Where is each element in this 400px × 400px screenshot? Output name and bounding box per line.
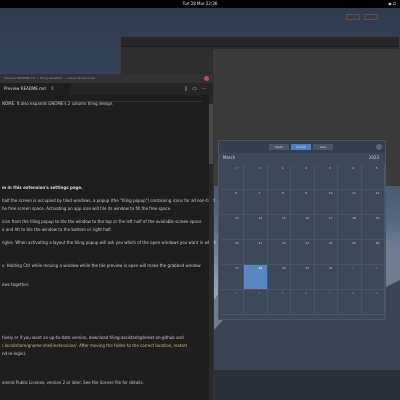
close-window-icon[interactable] [376, 144, 382, 150]
top-bar: Tue 28 Mar 22:36 ◉ ⏻ [0, 0, 400, 8]
vscode-title: Preview README.md — tiling-assistant — V… [4, 76, 96, 80]
calendar-day-cell[interactable]: 27 [221, 165, 245, 190]
view-switcher: Week Month Year [269, 144, 333, 150]
calendar-day-cell[interactable]: 26 [361, 240, 385, 265]
tab-preview-readme[interactable]: Preview README.md X [0, 83, 70, 95]
view-month[interactable]: Month [291, 144, 311, 150]
month-grid: 27 28 1 2 3 4 5 6 7 8 9 10 11 12 13 14 15 16 17 18 19 20 21 22 2… [221, 165, 385, 315]
calendar-day-cell[interactable]: 12 [361, 190, 385, 215]
vscode-window: Preview README.md — tiling-assistant — V… [0, 74, 217, 400]
calendar-day-cell[interactable]: 1 [338, 265, 362, 290]
calendar-window: Week Month Year March 2023 27 28 1 2 3 4 5 6 7 8 9… [218, 140, 386, 320]
calendar-day-cell[interactable]: 20 [221, 240, 245, 265]
close-window-icon[interactable] [204, 76, 209, 81]
calendar-day-cell[interactable]: 31 [314, 265, 339, 290]
preview-line: m in this extension's settings page. [2, 185, 83, 190]
calendar-day-cell[interactable]: 18 [338, 215, 362, 240]
tab-label: Preview README.md [4, 86, 46, 91]
preview-line: /.local/share/gnome-shell/extensions/. A… [2, 343, 188, 348]
calendar-day-cell[interactable]: 2 [361, 265, 385, 290]
preview-line: ngles. When activating a layout the tili… [2, 240, 217, 245]
calendar-day-cell[interactable]: 9 [291, 190, 315, 215]
preview-line: nd re-login). [2, 351, 27, 356]
preview-line: e and Alt to tile the window to the bott… [2, 227, 112, 232]
preview-line: tively or if you want an up-to-date vers… [2, 335, 184, 340]
calendar-day-cell[interactable]: 4 [338, 165, 362, 190]
calendar-day-cell[interactable]: 7 [314, 290, 339, 315]
copy-icon[interactable]: ▭ [192, 86, 197, 92]
preview-line: he free screen space. Activating an app … [2, 206, 172, 211]
preview-line: eneral Public License, version 2 or late… [2, 380, 144, 385]
scrollbar-thumb[interactable] [209, 104, 213, 164]
calendar-day-cell[interactable]: 1 [267, 165, 292, 190]
month-label: March [223, 155, 236, 160]
preview-line: icon from the tiling popup to tile the w… [2, 219, 202, 224]
calendar-day-cell[interactable]: 6 [291, 290, 315, 315]
calendar-day-cell[interactable]: 28 [244, 165, 268, 190]
calendar-day-cell[interactable]: 8 [267, 190, 292, 215]
calendar-day-cell[interactable]: 29 [267, 265, 292, 290]
calendar-day-cell[interactable]: 25 [338, 240, 362, 265]
calendar-day-cell[interactable]: 19 [361, 215, 385, 240]
year-label: 2023 [368, 155, 379, 160]
preview-line: NOME. It also expands GNOME's 2 column t… [2, 101, 114, 106]
calendar-day-cell[interactable]: 30 [291, 265, 315, 290]
calendar-day-cell[interactable]: 2 [291, 165, 315, 190]
calendar-day-cell[interactable]: 10 [314, 190, 339, 215]
calendar-header[interactable]: Week Month Year [219, 141, 385, 153]
editor-actions: ▯ ▭ ⋯ [185, 86, 208, 92]
calendar-day-cell[interactable]: 9 [361, 290, 385, 315]
editor-tabs: Preview README.md X ▯ ▭ ⋯ [0, 83, 213, 95]
calendar-day-cell[interactable]: 5 [267, 290, 292, 315]
background-window-titlebar[interactable] [121, 37, 399, 47]
calendar-day-cell[interactable]: 15 [267, 215, 292, 240]
calendar-day-cell[interactable]: 3 [221, 290, 245, 315]
calendar-day-cell[interactable]: 27 [221, 265, 245, 290]
system-tray[interactable]: ◉ ⏻ [388, 0, 396, 8]
calendar-day-cell[interactable]: 5 [361, 165, 385, 190]
calendar-month-bar: March 2023 [219, 153, 385, 163]
preview-line: ows together. [2, 282, 30, 287]
calendar-day-cell[interactable]: 11 [338, 190, 362, 215]
calendar-day-cell[interactable]: 21 [244, 240, 268, 265]
calendar-day-cell[interactable]: 3 [314, 165, 339, 190]
workspace-thumbnails [346, 14, 378, 20]
view-week[interactable]: Week [269, 144, 289, 150]
vscode-titlebar[interactable]: Preview README.md — tiling-assistant — V… [0, 74, 213, 83]
calendar-day-cell[interactable]: 6 [221, 190, 245, 215]
calendar-day-cell[interactable]: 14 [244, 215, 268, 240]
clock[interactable]: Tue 28 Mar 22:36 [0, 0, 400, 8]
calendar-day-cell[interactable]: 13 [221, 215, 245, 240]
more-icon[interactable]: ⋯ [202, 86, 207, 92]
view-year[interactable]: Year [313, 144, 333, 150]
calendar-day-cell[interactable]: 7 [244, 190, 268, 215]
markdown-preview: NOME. It also expands GNOME's 2 column t… [0, 95, 217, 400]
calendar-day-cell[interactable]: 4 [244, 290, 268, 315]
preview-line: half the screen is occupied by tiled win… [2, 198, 215, 203]
workspace-thumbnail[interactable] [346, 14, 360, 20]
calendar-day-cell[interactable]: 23 [291, 240, 315, 265]
calendar-day-cell[interactable]: 22 [267, 240, 292, 265]
workspace-thumbnail[interactable] [364, 14, 378, 20]
calendar-day-cell[interactable]: 8 [338, 290, 362, 315]
split-icon[interactable]: ▯ [185, 86, 188, 92]
calendar-day-cell[interactable]: 24 [314, 240, 339, 265]
calendar-day-cell[interactable]: 16 [291, 215, 315, 240]
tab-close-icon[interactable]: X [51, 86, 54, 91]
calendar-day-cell[interactable]: 28 [244, 265, 268, 290]
preview-line: s. Holding Ctrl while moving a window wh… [2, 263, 201, 268]
calendar-day-cell[interactable]: 17 [314, 215, 339, 240]
